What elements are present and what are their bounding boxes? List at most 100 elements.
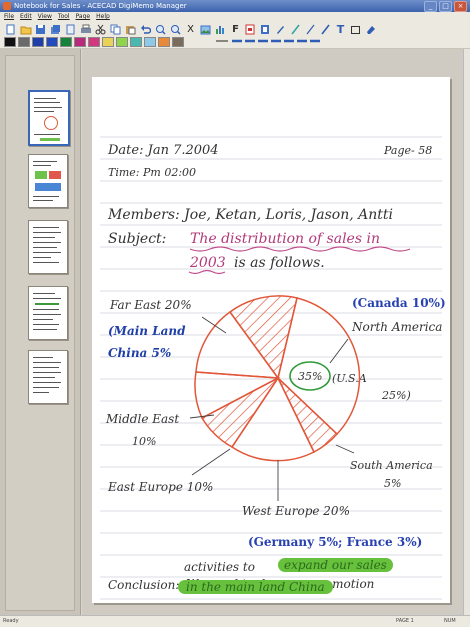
color-palette xyxy=(4,37,184,47)
annotation-canada: (Canada 10%) xyxy=(352,296,446,310)
note-subject-label: Subject: xyxy=(108,231,166,247)
page-thumbnail-4[interactable] xyxy=(28,286,68,340)
subject-underline xyxy=(189,246,411,252)
label-mainland: (Main Land xyxy=(108,324,186,338)
pie-slice-far-east xyxy=(228,295,298,380)
note-subject-line1: The distribution of sales in xyxy=(190,231,380,247)
status-bar: Ready PAGE 1 NUM xyxy=(0,615,470,627)
conclusion-continued: activities to expand our sales in the ma… xyxy=(92,558,450,615)
thick-pen-icon[interactable] xyxy=(319,23,332,36)
paste-icon[interactable] xyxy=(124,23,137,36)
label-usa: (U.S.A xyxy=(332,372,367,385)
note-time: Time: Pm 02:00 xyxy=(108,166,196,179)
rectangle-icon[interactable] xyxy=(349,23,362,36)
annotation-germany: (Germany 5%; France 3%) xyxy=(248,535,422,549)
conclusion-line-2a: activities to xyxy=(184,560,255,574)
page-thumbnail-3[interactable] xyxy=(28,220,68,274)
delete-icon[interactable]: X xyxy=(184,23,197,36)
open-folder-icon[interactable] xyxy=(19,23,32,36)
color-swatch-4[interactable] xyxy=(46,37,58,47)
close-button[interactable]: × xyxy=(454,1,467,12)
zoom-in-icon[interactable] xyxy=(154,23,167,36)
color-swatch-13[interactable] xyxy=(172,37,184,47)
app-icon xyxy=(3,2,11,10)
save-all-icon[interactable] xyxy=(49,23,62,36)
page-thumbnail-2[interactable] xyxy=(28,154,68,208)
label-north-america: North America xyxy=(351,320,442,334)
undo-icon[interactable] xyxy=(139,23,152,36)
page-icon[interactable] xyxy=(64,23,77,36)
label-west-europe: West Europe 20% xyxy=(242,504,350,518)
color-swatch-3[interactable] xyxy=(32,37,44,47)
label-25: 25%) xyxy=(381,389,411,402)
cut-icon[interactable] xyxy=(94,23,107,36)
minimize-button[interactable]: _ xyxy=(424,1,437,12)
label-35: 35% xyxy=(298,370,322,383)
vertical-scrollbar[interactable] xyxy=(463,49,470,615)
save-icon[interactable] xyxy=(34,23,47,36)
status-text: Ready xyxy=(3,618,19,624)
label-china: China 5% xyxy=(108,346,171,360)
color-swatch-9[interactable] xyxy=(116,37,128,47)
conclusion-highlight-2: in the main land China xyxy=(178,580,333,594)
menu-bar: File Edit View Tool Page Help xyxy=(0,12,470,22)
page-thumbnail-1[interactable] xyxy=(28,90,70,146)
zoom-out-icon[interactable] xyxy=(169,23,182,36)
status-page: PAGE 1 xyxy=(396,618,414,624)
handwritten-note: Date: Jan 7.2004 Time: Pm 02:00 Page- 58… xyxy=(100,136,446,600)
note-page: Date: Jan 7.2004 Time: Pm 02:00 Page- 58… xyxy=(92,77,450,603)
eraser-icon[interactable] xyxy=(364,23,377,36)
label-middle-east: Middle East xyxy=(105,412,179,426)
page-canvas: Date: Jan 7.2004 Time: Pm 02:00 Page- 58… xyxy=(82,49,463,615)
toolbar: X F T xyxy=(0,22,470,49)
menu-help[interactable]: Help xyxy=(96,12,110,22)
status-num: NUM xyxy=(444,618,456,624)
label-south-america: South America xyxy=(350,459,433,472)
color-swatch-2[interactable] xyxy=(18,37,30,47)
label-south-america-pct: 5% xyxy=(384,477,401,490)
note-subject-year: 2003 xyxy=(189,255,226,271)
window-controls: _ □ × xyxy=(424,1,467,12)
note-members: Members: Joe, Ketan, Loris, Jason, Antti xyxy=(107,207,393,223)
menu-tool[interactable]: Tool xyxy=(58,12,70,22)
line-style-icon[interactable] xyxy=(214,36,324,46)
export-icon[interactable] xyxy=(244,23,257,36)
font-icon[interactable]: F xyxy=(229,23,242,36)
note-date: Date: Jan 7.2004 xyxy=(107,143,219,158)
window-title: Notebook for Sales - ACECAD DigiMemo Man… xyxy=(14,2,187,10)
color-swatch-1[interactable] xyxy=(4,37,16,47)
pdf-icon[interactable] xyxy=(259,23,272,36)
conclusion-highlight-1: expand our sales xyxy=(278,558,393,572)
toolbar-row-main: X F T xyxy=(4,23,377,36)
menu-edit[interactable]: Edit xyxy=(20,12,32,22)
color-swatch-7[interactable] xyxy=(88,37,100,47)
note-subject-rest: is as follows. xyxy=(234,255,325,271)
color-swatch-10[interactable] xyxy=(130,37,142,47)
color-swatch-5[interactable] xyxy=(60,37,72,47)
thumbnail-list xyxy=(5,55,75,611)
image-icon[interactable] xyxy=(199,23,212,36)
pen-icon[interactable] xyxy=(274,23,287,36)
menu-file[interactable]: File xyxy=(4,12,14,22)
color-swatch-6[interactable] xyxy=(74,37,86,47)
label-middle-east-pct: 10% xyxy=(132,435,156,448)
thin-pen-icon[interactable] xyxy=(289,23,302,36)
copy-icon[interactable] xyxy=(109,23,122,36)
chart-icon[interactable] xyxy=(214,23,227,36)
menu-view[interactable]: View xyxy=(38,12,52,22)
label-far-east: Far East 20% xyxy=(109,298,192,312)
new-page-icon[interactable] xyxy=(4,23,17,36)
menu-page[interactable]: Page xyxy=(76,12,91,22)
line-style-selector xyxy=(214,36,324,46)
page-thumbnail-5[interactable] xyxy=(28,350,68,404)
label-east-europe: East Europe 10% xyxy=(107,480,213,494)
page-thumbnail-panel xyxy=(0,49,81,615)
title-bar: Notebook for Sales - ACECAD DigiMemo Man… xyxy=(0,0,470,12)
text-tool-icon[interactable]: T xyxy=(334,23,347,36)
medium-pen-icon[interactable] xyxy=(304,23,317,36)
color-swatch-8[interactable] xyxy=(102,37,114,47)
color-swatch-11[interactable] xyxy=(144,37,156,47)
print-icon[interactable] xyxy=(79,23,92,36)
color-swatch-12[interactable] xyxy=(158,37,170,47)
maximize-button[interactable]: □ xyxy=(439,1,452,12)
